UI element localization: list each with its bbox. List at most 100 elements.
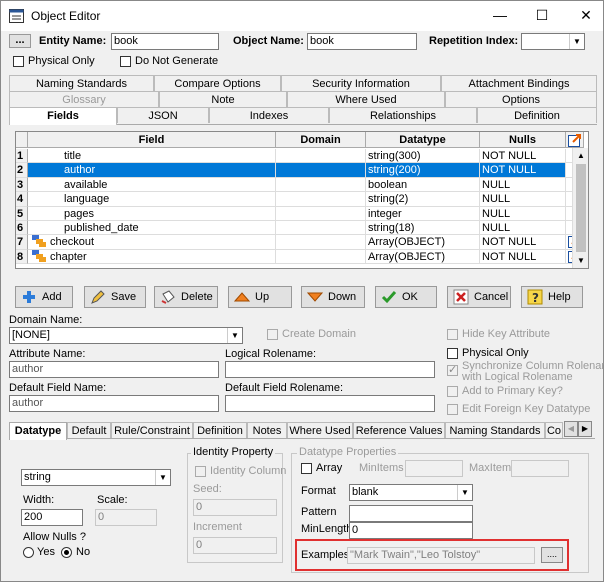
save-button[interactable]: Save [84, 286, 146, 308]
table-row[interactable]: 8 chapter Array(OBJECT) NOT NULL [16, 249, 584, 265]
scroll-down-icon[interactable]: ▼ [577, 256, 585, 265]
allow-nulls-no-radio[interactable] [61, 547, 72, 558]
minimize-button[interactable]: — [489, 5, 511, 25]
cell-nulls[interactable]: NOT NULL [480, 163, 566, 178]
cell-num[interactable]: 8 [16, 249, 28, 265]
cell-field[interactable]: published_date [28, 221, 276, 236]
tab-definition[interactable]: Definition [477, 107, 597, 123]
cell-num[interactable]: 7 [16, 235, 28, 250]
cell-nulls[interactable]: NOT NULL [480, 249, 566, 265]
cell-nulls[interactable]: NOT NULL [480, 235, 566, 250]
cell-field[interactable]: author [28, 163, 276, 178]
cell-nulls[interactable]: NULL [480, 192, 566, 207]
scroll-up-icon[interactable]: ▲ [577, 151, 585, 160]
max-items-input[interactable] [511, 460, 569, 477]
format-select[interactable]: blank ▼ [349, 484, 473, 501]
cell-domain[interactable] [276, 192, 366, 207]
cell-domain[interactable] [276, 206, 366, 221]
cell-num[interactable]: 4 [16, 192, 28, 207]
cell-num[interactable]: 6 [16, 221, 28, 236]
table-row[interactable]: 4 language string(2) NULL [16, 192, 584, 207]
cell-num[interactable]: 2 [16, 163, 28, 178]
tab-note[interactable]: Note [159, 91, 287, 107]
cancel-button[interactable]: Cancel [447, 286, 511, 308]
add-to-primary-key-checkbox[interactable] [447, 386, 458, 397]
tab-relationships[interactable]: Relationships [329, 107, 477, 123]
tab-notes[interactable]: Notes [247, 422, 287, 438]
create-domain-checkbox[interactable] [267, 329, 278, 340]
cell-domain[interactable] [276, 235, 366, 250]
table-row[interactable]: 5 pages integer NULL [16, 206, 584, 221]
tab-scroll-left-icon[interactable]: ◀ [564, 421, 578, 437]
width-input[interactable]: 200 [21, 509, 83, 526]
cell-field[interactable]: pages [28, 206, 276, 221]
object-name-input[interactable]: book [307, 33, 417, 50]
default-field-rolename-input[interactable] [225, 395, 435, 412]
tab-json[interactable]: JSON [117, 107, 209, 123]
do-not-generate-checkbox[interactable] [120, 56, 131, 67]
tab-attr-definition[interactable]: Definition [193, 422, 247, 438]
cell-datatype[interactable]: boolean [366, 177, 480, 193]
min-length-input[interactable]: 0 [349, 522, 473, 539]
table-row[interactable]: 1 title string(300) NOT NULL [16, 149, 584, 164]
tab-where-used[interactable]: Where Used [287, 91, 445, 107]
logical-rolename-input[interactable] [225, 361, 435, 378]
column-header-datatype[interactable]: Datatype [366, 132, 480, 148]
cell-datatype[interactable]: integer [366, 206, 480, 221]
tab-default[interactable]: Default [67, 422, 111, 438]
datatype-select[interactable]: string ▼ [21, 469, 171, 486]
tab-reference-values[interactable]: Reference Values [353, 422, 445, 438]
cell-nulls[interactable]: NULL [480, 206, 566, 221]
cell-domain[interactable] [276, 177, 366, 193]
cell-field[interactable]: title [28, 149, 276, 164]
tab-naming-standards[interactable]: Naming Standards [9, 75, 154, 91]
column-header-domain[interactable]: Domain [276, 132, 366, 148]
scale-input[interactable]: 0 [95, 509, 157, 526]
increment-input[interactable]: 0 [193, 537, 277, 554]
domain-name-select[interactable]: [NONE] ▼ [9, 327, 243, 344]
help-button[interactable]: ? Help [521, 286, 583, 308]
cell-num[interactable]: 1 [16, 149, 28, 164]
maximize-button[interactable]: ☐ [531, 5, 553, 25]
attribute-name-input[interactable]: author [9, 361, 219, 378]
grid-scrollbar[interactable]: ▲ ▼ [572, 148, 588, 268]
cell-domain[interactable] [276, 249, 366, 265]
cell-field[interactable]: available [28, 177, 276, 193]
cell-nulls[interactable]: NULL [480, 221, 566, 236]
column-header-field[interactable]: Field [28, 132, 276, 148]
physical-only-attr-checkbox[interactable] [447, 348, 458, 359]
cell-nulls[interactable]: NOT NULL [480, 149, 566, 164]
tab-security-information[interactable]: Security Information [281, 75, 441, 91]
default-field-name-input[interactable]: author [9, 395, 219, 412]
cell-datatype[interactable]: Array(OBJECT) [366, 249, 480, 265]
tab-attr-where-used[interactable]: Where Used [287, 422, 353, 438]
column-header-nulls[interactable]: Nulls [480, 132, 566, 148]
tab-rule-constraint[interactable]: Rule/Constraint [111, 422, 193, 438]
entity-name-input[interactable]: book [111, 33, 219, 50]
pattern-input[interactable] [349, 505, 473, 522]
cell-datatype[interactable]: string(2) [366, 192, 480, 207]
table-row[interactable]: 2 author string(200) NOT NULL [16, 163, 584, 178]
table-row[interactable]: 3 available boolean NULL [16, 177, 584, 193]
repetition-index-select[interactable]: ▼ [521, 33, 585, 50]
ok-button[interactable]: OK [375, 286, 437, 308]
tab-attachment-bindings[interactable]: Attachment Bindings [441, 75, 597, 91]
tab-compare-options[interactable]: Compare Options [154, 75, 281, 91]
browse-entity-button[interactable]: ... [9, 34, 31, 48]
cell-num[interactable]: 5 [16, 206, 28, 221]
identity-column-checkbox[interactable] [195, 466, 206, 477]
hide-key-attribute-checkbox[interactable] [447, 329, 458, 340]
array-checkbox[interactable] [301, 463, 312, 474]
cell-domain[interactable] [276, 163, 366, 178]
tab-glossary[interactable]: Glossary [9, 91, 159, 107]
physical-only-checkbox[interactable] [13, 56, 24, 67]
fields-grid[interactable]: Field Domain Datatype Nulls 1 title string… [15, 131, 589, 269]
cell-field[interactable]: language [28, 192, 276, 207]
scroll-thumb[interactable] [576, 164, 586, 252]
cell-nulls[interactable]: NULL [480, 177, 566, 193]
tab-attr-naming-standards[interactable]: Naming Standards [445, 422, 545, 438]
tab-indexes[interactable]: Indexes [209, 107, 329, 123]
up-button[interactable]: Up [228, 286, 292, 308]
sync-column-rolename-checkbox[interactable] [447, 363, 458, 376]
cell-datatype[interactable]: Array(OBJECT) [366, 235, 480, 250]
